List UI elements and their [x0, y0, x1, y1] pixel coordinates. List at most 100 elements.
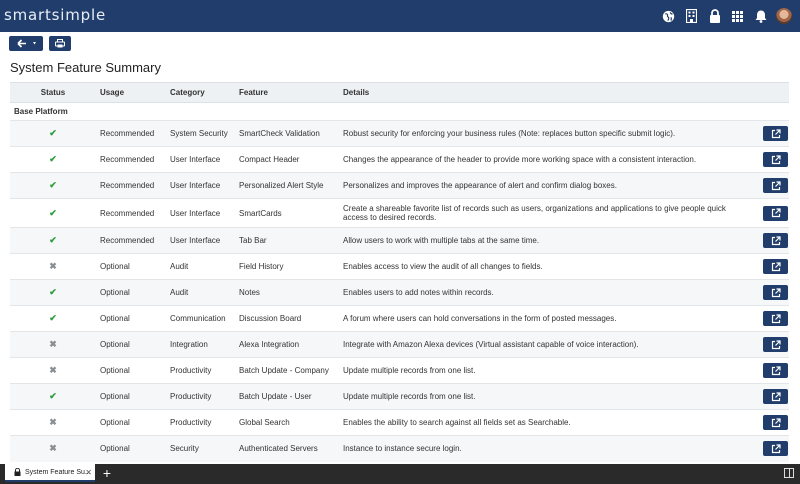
open-feature-button[interactable] [763, 441, 788, 457]
print-icon [55, 39, 65, 48]
open-feature-button[interactable] [763, 337, 788, 352]
avatar[interactable] [776, 8, 792, 24]
cell-status: ✔ [10, 279, 96, 306]
table-row: ✔ Optional Productivity Batch Update - User… [10, 383, 789, 410]
bell-icon[interactable] [749, 0, 772, 32]
cell-action [751, 409, 789, 436]
open-feature-button[interactable] [763, 311, 788, 326]
cell-category: User Interface [166, 227, 235, 254]
tab-bar: System Feature Su... ✕ + [0, 464, 800, 484]
cell-feature: Compact Header [235, 146, 339, 173]
check-icon: ✔ [49, 313, 57, 323]
open-feature-button[interactable] [763, 178, 788, 193]
cell-category: User Interface [166, 146, 235, 173]
cell-usage: Optional [96, 409, 166, 436]
cell-feature: SmartCheck Validation [235, 120, 339, 147]
cell-details: A forum where users can hold conversatio… [339, 305, 751, 332]
table-row: ✔ Optional Communication Discussion Board A … [10, 305, 789, 332]
table-row: ✖ Optional Productivity Batch Update - Comp… [10, 357, 789, 384]
lock-icon [14, 468, 21, 476]
column-header-usage[interactable]: Usage [96, 82, 166, 103]
open-feature-button[interactable] [763, 152, 788, 167]
column-header-category[interactable]: Category [166, 82, 235, 103]
grid-icon[interactable] [726, 0, 749, 32]
cell-details: Allow users to work with multiple tabs a… [339, 227, 751, 254]
app-logo[interactable]: smartsimple [4, 6, 106, 24]
check-icon: ✔ [49, 391, 57, 401]
panel-toggle-icon[interactable] [784, 468, 794, 478]
table-row: ✔ Optional Audit Notes Enables users to add … [10, 279, 789, 306]
table-row: ✔ Recommended User Interface Personalized A… [10, 172, 789, 199]
table-row: ✔ Recommended System Security SmartCheck Va… [10, 120, 789, 147]
table-row: ✔ Recommended User Interface Tab Bar Allow u… [10, 227, 789, 254]
cell-category: Productivity [166, 409, 235, 436]
table-row: ✖ Optional Productivity Global Search Enable… [10, 409, 789, 436]
check-icon: ✔ [49, 207, 57, 218]
cell-action [751, 120, 789, 147]
cell-feature: Personalized Alert Style [235, 172, 339, 199]
cell-details: Update multiple records from one list. [339, 383, 751, 410]
print-button[interactable] [49, 36, 71, 51]
cell-status: ✔ [10, 198, 96, 228]
feature-table: Status Usage Category Feature Details Ba… [10, 82, 789, 462]
cell-category: Audit [166, 253, 235, 280]
tab-label: System Feature Su... [25, 468, 91, 476]
cell-status: ✖ [10, 331, 96, 358]
cell-status: ✔ [10, 305, 96, 332]
external-link-icon [771, 128, 781, 138]
column-header-actions [751, 82, 789, 103]
check-icon: ✔ [49, 180, 57, 190]
external-link-icon [771, 444, 781, 453]
cell-details: Instance to instance secure login. [339, 435, 751, 462]
cell-action [751, 253, 789, 280]
open-feature-button[interactable] [763, 126, 788, 141]
table-row: ✖ Optional Integration Alexa Integration Int… [10, 331, 789, 358]
cell-usage: Optional [96, 305, 166, 332]
cell-category: System Security [166, 120, 235, 147]
open-feature-button[interactable] [763, 259, 788, 274]
cell-details: Enables users to add notes within record… [339, 279, 751, 306]
open-feature-button[interactable] [763, 415, 788, 430]
cell-status: ✔ [10, 146, 96, 173]
cell-status: ✖ [10, 253, 96, 280]
cell-usage: Optional [96, 331, 166, 358]
feature-table-wrapper: Status Usage Category Feature Details Ba… [10, 82, 789, 462]
open-feature-button[interactable] [763, 285, 788, 300]
cell-category: Productivity [166, 383, 235, 410]
open-feature-button[interactable] [763, 363, 788, 378]
cell-usage: Recommended [96, 120, 166, 147]
cell-action [751, 305, 789, 332]
globe-icon[interactable] [657, 0, 680, 32]
cell-category: Audit [166, 279, 235, 306]
cell-usage: Recommended [96, 227, 166, 254]
lock-icon[interactable] [703, 0, 726, 32]
open-feature-button[interactable] [763, 233, 788, 248]
external-link-icon [771, 287, 781, 297]
column-header-status[interactable]: Status [10, 82, 96, 103]
column-header-feature[interactable]: Feature [235, 82, 339, 103]
table-header-row: Status Usage Category Feature Details [10, 82, 789, 103]
back-button[interactable] [9, 36, 43, 51]
cell-usage: Recommended [96, 198, 166, 228]
cell-status: ✔ [10, 120, 96, 147]
open-feature-button[interactable] [763, 205, 788, 221]
cell-details: Enables access to view the audit of all … [339, 253, 751, 280]
cell-feature: Notes [235, 279, 339, 306]
close-icon[interactable]: ✕ [85, 468, 92, 477]
cell-details: Update multiple records from one list. [339, 357, 751, 384]
cell-feature: Batch Update - Company [235, 357, 339, 384]
add-tab-button[interactable]: + [99, 465, 115, 481]
tab-system-feature-summary[interactable]: System Feature Su... ✕ [5, 464, 95, 482]
column-header-details[interactable]: Details [339, 82, 751, 103]
cross-icon: ✖ [49, 365, 57, 375]
cell-status: ✔ [10, 383, 96, 410]
cell-action [751, 357, 789, 384]
table-row: ✖ Optional Audit Field History Enables acces… [10, 253, 789, 280]
building-icon[interactable] [680, 0, 703, 32]
open-feature-button[interactable] [763, 389, 788, 404]
header-icons [657, 0, 792, 32]
cell-usage: Optional [96, 383, 166, 410]
section-title: Base Platform [10, 102, 789, 121]
cell-usage: Optional [96, 279, 166, 306]
cross-icon: ✖ [49, 261, 57, 271]
